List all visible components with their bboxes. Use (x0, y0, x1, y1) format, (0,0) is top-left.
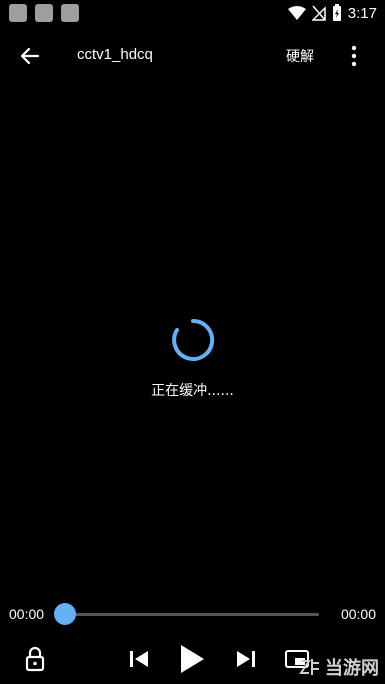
back-arrow-icon[interactable] (16, 42, 44, 70)
notification-icon (61, 4, 79, 22)
loading-spinner-icon (171, 318, 214, 361)
buffering-indicator: 正在缓冲...... (0, 318, 385, 400)
notification-icon (35, 4, 53, 22)
seek-bar-track[interactable] (65, 613, 319, 616)
watermark-logo-icon (299, 659, 319, 675)
video-title: cctv1_hdcq (77, 46, 153, 63)
watermark-text: 当游网 (325, 658, 379, 679)
player-top-bar: cctv1_hdcq 硬解 (0, 36, 385, 76)
lock-icon[interactable] (24, 645, 46, 673)
battery-icon (332, 4, 341, 21)
more-options-icon[interactable] (344, 42, 364, 70)
notification-icon (9, 4, 27, 22)
current-time: 00:00 (9, 606, 45, 622)
status-bar: 3:17 (0, 0, 385, 26)
buffering-text: 正在缓冲...... (151, 383, 234, 399)
seek-bar-thumb[interactable] (54, 603, 76, 625)
no-signal-icon (311, 5, 326, 21)
total-duration: 00:00 (340, 606, 376, 622)
next-icon[interactable] (234, 645, 258, 673)
watermark: 当游网 (299, 654, 379, 680)
hardware-decode-button[interactable]: 硬解 (286, 46, 314, 66)
previous-icon[interactable] (127, 645, 151, 673)
clock: 3:17 (347, 4, 377, 22)
wifi-icon (287, 6, 306, 20)
play-icon[interactable] (178, 643, 206, 675)
